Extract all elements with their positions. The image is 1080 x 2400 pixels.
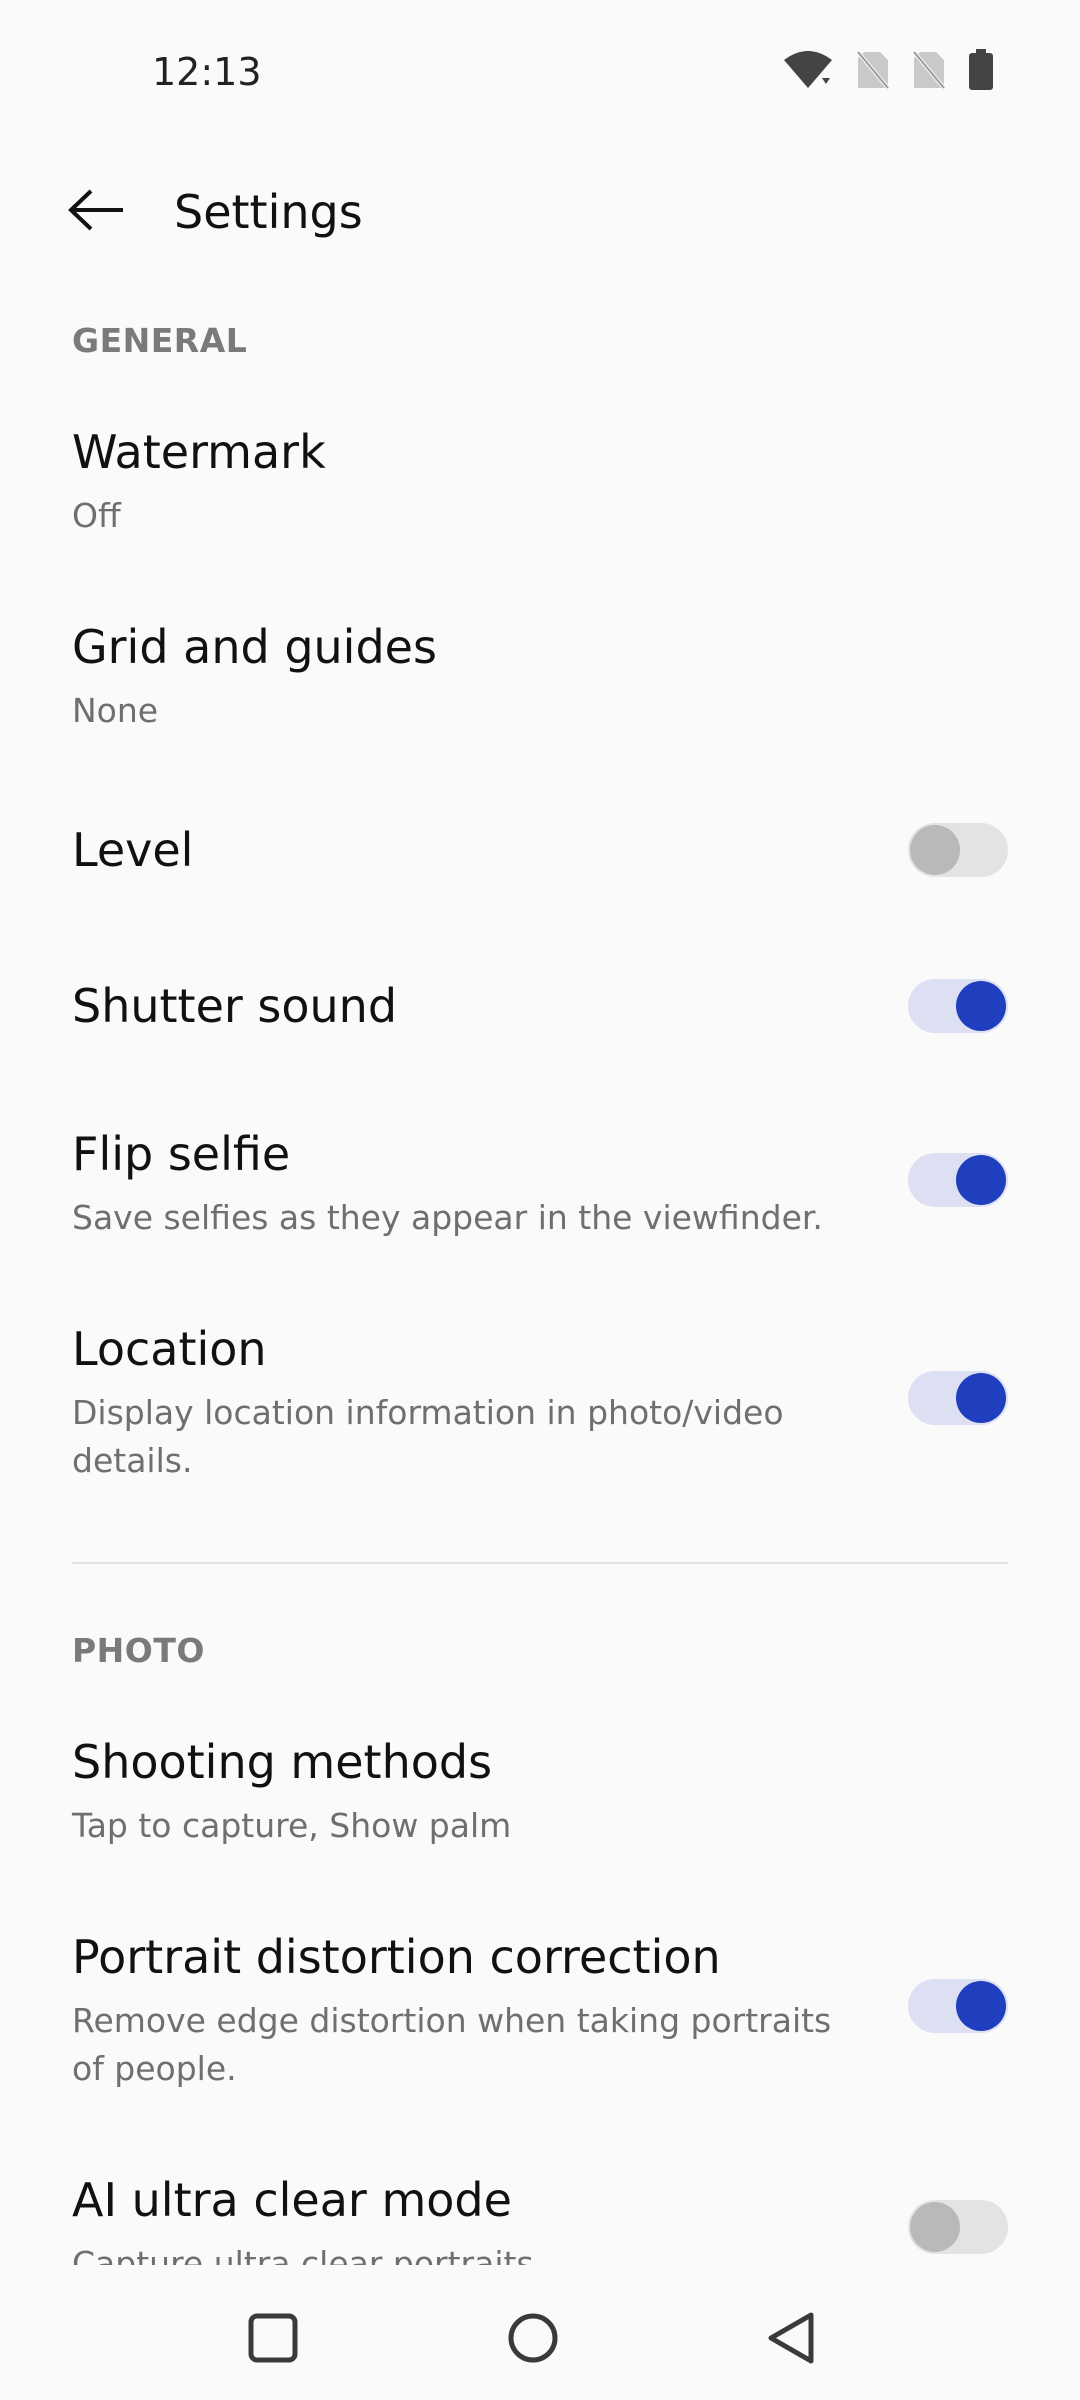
recents-square-icon xyxy=(247,2312,299,2368)
setting-flip-selfie[interactable]: Flip selfie Save selfies as they appear … xyxy=(0,1122,1080,1282)
navigation-bar xyxy=(0,2265,1080,2400)
no-sim-icon xyxy=(856,50,890,90)
setting-value: Tap to capture, Show palm xyxy=(72,1806,512,1845)
setting-title: Portrait distortion correction xyxy=(72,1930,721,1984)
setting-title: Grid and guides xyxy=(72,620,437,674)
setting-ai-ultra-clear-mode[interactable]: AI ultra clear mode Capture ultra clear … xyxy=(0,2168,1080,2265)
setting-value: None xyxy=(72,691,159,730)
no-sim-icon xyxy=(912,50,946,90)
wifi-icon xyxy=(782,48,834,92)
setting-location[interactable]: Location Display location information in… xyxy=(0,1317,1080,1517)
battery-icon xyxy=(968,49,994,91)
setting-grid-and-guides[interactable]: Grid and guides None xyxy=(0,615,1080,775)
setting-description: Display location information in photo/vi… xyxy=(72,1393,784,1480)
ai-ultra-clear-switch[interactable] xyxy=(908,2200,1008,2254)
back-triangle-icon xyxy=(765,2311,817,2369)
level-switch[interactable] xyxy=(908,823,1008,877)
system-back-button[interactable] xyxy=(756,2305,826,2375)
setting-title: Shutter sound xyxy=(72,979,398,1033)
section-header-general: GENERAL xyxy=(72,321,248,360)
settings-list[interactable]: GENERAL Watermark Off Grid and guides No… xyxy=(0,300,1080,2265)
setting-title: Shooting methods xyxy=(72,1735,493,1789)
status-icons xyxy=(782,48,994,92)
setting-title: Watermark xyxy=(72,425,326,479)
recents-button[interactable] xyxy=(238,2305,308,2375)
status-time: 12:13 xyxy=(152,50,262,94)
shutter-sound-switch[interactable] xyxy=(908,979,1008,1033)
location-switch[interactable] xyxy=(908,1371,1008,1425)
status-bar: 12:13 xyxy=(0,0,1080,140)
section-divider xyxy=(72,1562,1008,1564)
page-title: Settings xyxy=(174,185,363,239)
home-circle-icon xyxy=(506,2311,560,2369)
setting-shutter-sound[interactable]: Shutter sound xyxy=(0,974,1080,1094)
setting-description: Save selfies as they appear in the viewf… xyxy=(72,1198,823,1237)
setting-level[interactable]: Level xyxy=(0,818,1080,938)
setting-description: Capture ultra clear portraits xyxy=(72,2244,534,2265)
setting-watermark[interactable]: Watermark Off xyxy=(0,420,1080,580)
setting-value: Off xyxy=(72,496,121,535)
setting-description: Remove edge distortion when taking portr… xyxy=(72,2001,832,2088)
setting-title: AI ultra clear mode xyxy=(72,2173,512,2227)
setting-title: Flip selfie xyxy=(72,1127,291,1181)
section-header-photo: PHOTO xyxy=(72,1631,205,1670)
portrait-distortion-switch[interactable] xyxy=(908,1979,1008,2033)
app-bar: Settings xyxy=(0,150,1080,274)
flip-selfie-switch[interactable] xyxy=(908,1153,1008,1207)
setting-shooting-methods[interactable]: Shooting methods Tap to capture, Show pa… xyxy=(0,1730,1080,1890)
arrow-back-icon xyxy=(67,189,125,235)
setting-title: Location xyxy=(72,1322,267,1376)
home-button[interactable] xyxy=(498,2305,568,2375)
setting-portrait-distortion-correction[interactable]: Portrait distortion correction Remove ed… xyxy=(0,1925,1080,2125)
setting-title: Level xyxy=(72,823,194,877)
back-button[interactable] xyxy=(52,180,140,244)
